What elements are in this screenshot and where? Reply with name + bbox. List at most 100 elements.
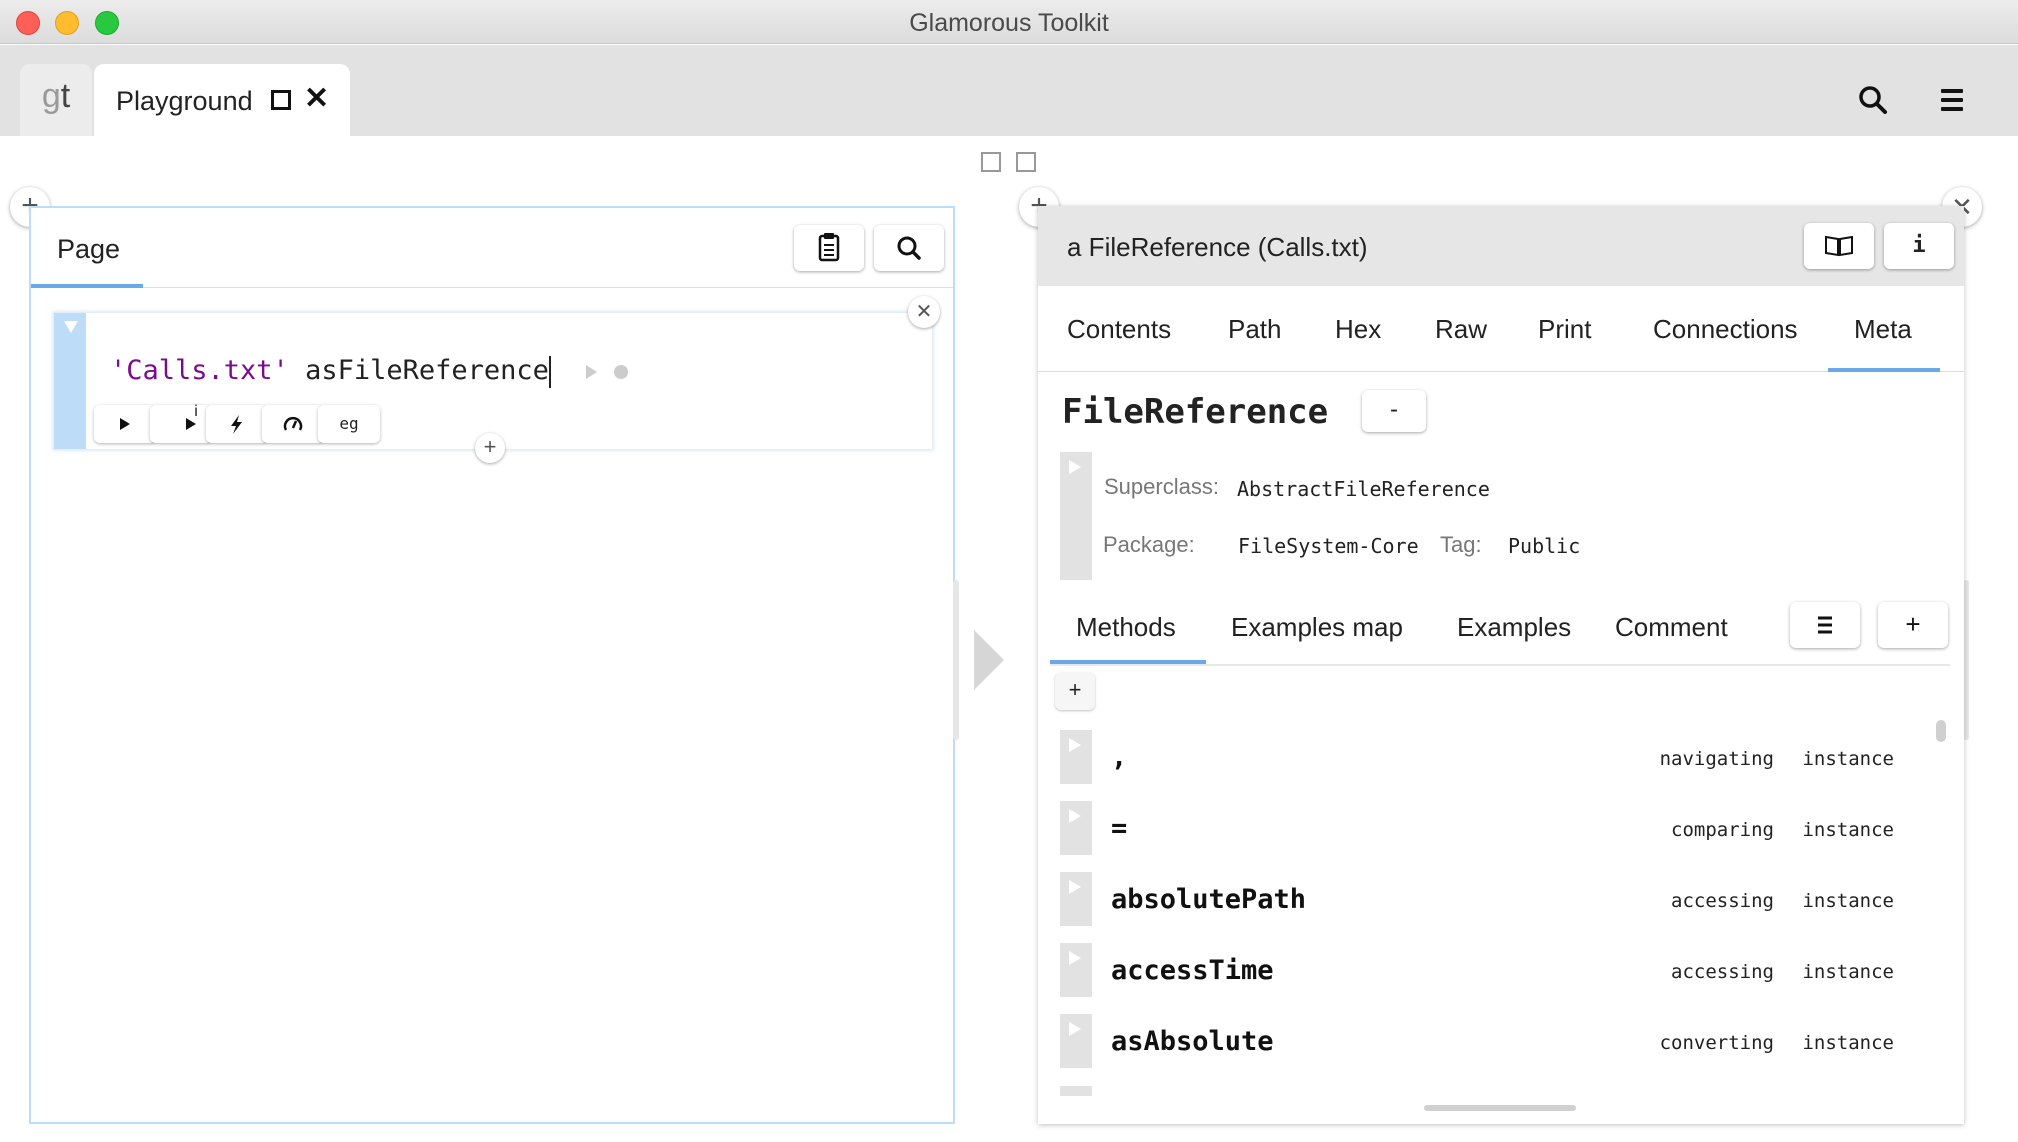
- class-view-tabs: Methods Examples map Examples Comment +: [1050, 596, 1950, 666]
- examples-button[interactable]: eg: [318, 405, 380, 443]
- tab-methods[interactable]: Methods: [1076, 612, 1176, 643]
- snippet-collapse-bar[interactable]: [54, 313, 86, 449]
- tab-comment[interactable]: Comment: [1615, 612, 1728, 643]
- expand-triangle-icon: [1069, 951, 1081, 965]
- method-name: asAbsolute: [1111, 1026, 1274, 1057]
- method-side: instance: [1802, 748, 1894, 770]
- active-tab-indicator: [1050, 660, 1206, 664]
- search-icon: [897, 236, 921, 260]
- info-icon: i: [1912, 233, 1926, 258]
- add-method-category-button[interactable]: +: [1878, 602, 1948, 648]
- tab-meta[interactable]: Meta: [1854, 314, 1912, 345]
- horizontal-scrollbar[interactable]: [1424, 1105, 1576, 1111]
- expand-triangle-icon: [1069, 809, 1081, 823]
- play-icon: [120, 418, 130, 430]
- result-dot-icon: [614, 365, 628, 379]
- add-method-button[interactable]: +: [1055, 672, 1095, 710]
- tab-examples-map[interactable]: Examples map: [1231, 612, 1403, 643]
- method-category: accessing: [1671, 961, 1774, 983]
- method-category: navigating: [1659, 748, 1774, 770]
- book-icon: [1825, 235, 1853, 257]
- method-side: instance: [1802, 961, 1894, 983]
- active-tab-indicator: [1828, 368, 1940, 372]
- result-arrow-icon: [586, 365, 597, 379]
- tab-contents[interactable]: Contents: [1067, 314, 1171, 345]
- title-bar: Glamorous Toolkit: [0, 0, 2018, 44]
- filter-list-button[interactable]: [1790, 602, 1860, 648]
- tag-label: Tag:: [1440, 532, 1482, 557]
- inspector-title: a FileReference (Calls.txt): [1067, 232, 1368, 262]
- info-button[interactable]: i: [1884, 223, 1954, 269]
- tab-print[interactable]: Print: [1538, 314, 1591, 345]
- tab-path[interactable]: Path: [1228, 314, 1282, 345]
- tag-link[interactable]: Public: [1508, 534, 1580, 558]
- clipboard-icon: [818, 233, 840, 262]
- method-row[interactable]: , navigating instance: [1038, 730, 1938, 786]
- do-it-button[interactable]: [94, 405, 156, 443]
- inspector-pane: a FileReference (Calls.txt) i Contents P…: [1038, 206, 1964, 1124]
- browse-class-button[interactable]: [1804, 223, 1874, 269]
- search-button[interactable]: [874, 225, 944, 271]
- add-snippet-button[interactable]: +: [475, 433, 505, 463]
- gauge-icon: [283, 416, 303, 431]
- benchmark-button[interactable]: [262, 405, 324, 443]
- tab-page[interactable]: Page: [57, 234, 120, 265]
- method-row[interactable]: accessTime accessing instance: [1038, 943, 1938, 999]
- method-expander[interactable]: [1060, 730, 1092, 784]
- method-row[interactable]: = comparing instance: [1038, 801, 1938, 857]
- window-title: Glamorous Toolkit: [909, 9, 1109, 37]
- code-snippet[interactable]: 'Calls.txt' asFileReference i eg: [53, 312, 933, 450]
- pager-page-2-toggle[interactable]: [1016, 152, 1036, 172]
- tab-playground-label: Playground: [116, 86, 253, 116]
- code-editor[interactable]: 'Calls.txt' asFileReference: [110, 355, 551, 388]
- active-tab-indicator: [31, 284, 143, 288]
- method-expander-partial: [1060, 1086, 1092, 1096]
- tab-hex[interactable]: Hex: [1335, 314, 1381, 345]
- code-message: asFileReference: [305, 355, 549, 386]
- remove-snippet-button[interactable]: ✕: [908, 296, 940, 328]
- pane-arrow-icon: [974, 630, 1004, 690]
- lightning-icon: [231, 415, 242, 434]
- package-link[interactable]: FileSystem-Core: [1238, 534, 1419, 558]
- tab-connections[interactable]: Connections: [1653, 314, 1798, 345]
- inspect-label: i: [194, 403, 198, 420]
- pane-resizer-left[interactable]: [953, 580, 959, 740]
- method-category: converting: [1659, 1032, 1774, 1054]
- expand-triangle-icon: [1069, 880, 1081, 894]
- profile-button[interactable]: [206, 405, 268, 443]
- hamburger-menu-icon[interactable]: [1941, 89, 1963, 116]
- method-row[interactable]: asAbsolute converting instance: [1038, 1014, 1938, 1070]
- tab-bar: gt Playground ✕: [0, 45, 2018, 136]
- method-category: accessing: [1671, 890, 1774, 912]
- gt-home-tab[interactable]: gt: [20, 64, 92, 136]
- pager-page-1-toggle[interactable]: [981, 152, 1001, 172]
- method-expander[interactable]: [1060, 872, 1092, 926]
- method-expander[interactable]: [1060, 1014, 1092, 1068]
- code-string-literal: 'Calls.txt': [110, 355, 289, 386]
- method-expander[interactable]: [1060, 801, 1092, 855]
- clipboard-button[interactable]: [794, 225, 864, 271]
- class-name: FileReference: [1062, 392, 1329, 432]
- close-tab-icon[interactable]: ✕: [304, 81, 329, 116]
- inspect-it-button[interactable]: i: [150, 403, 212, 443]
- vertical-scrollbar[interactable]: [1936, 720, 1946, 742]
- superclass-link[interactable]: AbstractFileReference: [1237, 477, 1490, 501]
- search-icon[interactable]: [1858, 85, 1888, 115]
- collapse-class-button[interactable]: -: [1362, 390, 1426, 432]
- collapse-triangle-icon: [64, 321, 78, 333]
- method-side: instance: [1802, 1032, 1894, 1054]
- expand-triangle-icon: [1069, 1022, 1081, 1036]
- method-category: comparing: [1671, 819, 1774, 841]
- tab-raw[interactable]: Raw: [1435, 314, 1487, 345]
- gt-logo-t: t: [60, 77, 71, 115]
- tab-examples[interactable]: Examples: [1457, 612, 1571, 643]
- method-expander[interactable]: [1060, 943, 1092, 997]
- expand-triangle-icon: [1069, 460, 1081, 474]
- tab-playground[interactable]: Playground ✕: [94, 64, 350, 136]
- package-label: Package:: [1103, 532, 1195, 557]
- method-row[interactable]: absolutePath accessing instance: [1038, 872, 1938, 928]
- superclass-label: Superclass:: [1104, 474, 1219, 499]
- class-details-expander[interactable]: [1060, 452, 1092, 580]
- maximize-icon[interactable]: [271, 90, 291, 110]
- view-tabs: Contents Path Hex Raw Print Connections …: [1038, 286, 1964, 372]
